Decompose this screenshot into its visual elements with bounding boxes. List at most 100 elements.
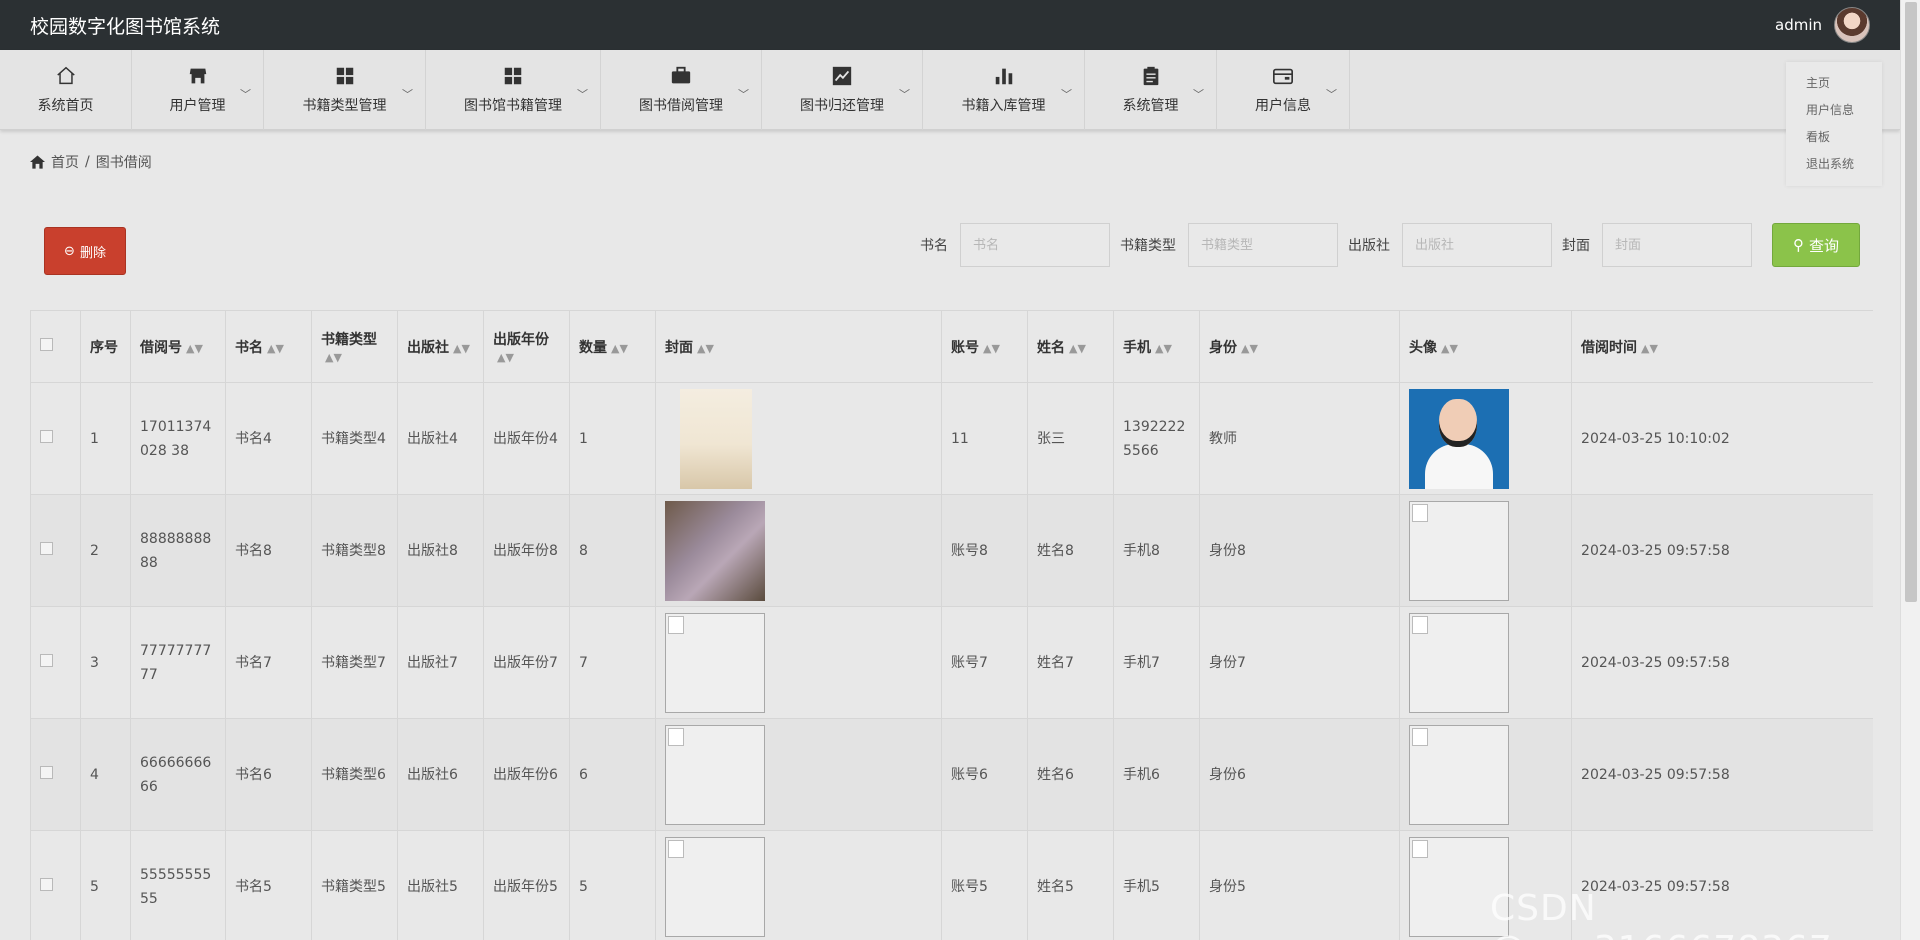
nav-label: 书籍类型管理 <box>302 98 387 114</box>
search-input-2[interactable] <box>1402 223 1552 267</box>
cell-phone: 13922225566 <box>1123 418 1186 459</box>
nav-item-7[interactable]: 系统管理 ﹀ <box>1085 50 1217 130</box>
sort-icon[interactable]: ▲︎▼︎ <box>1441 342 1458 355</box>
nav-item-2[interactable]: 书籍类型管理 ﹀ <box>264 50 426 130</box>
username[interactable]: admin <box>1775 16 1822 34</box>
cell-name: 姓名5 <box>1037 878 1074 895</box>
row-checkbox[interactable] <box>40 653 53 667</box>
cell: 账号7 <box>941 606 1029 719</box>
nav-item-0[interactable]: 系统首页 <box>0 50 132 130</box>
column-header-4[interactable]: 出版社 ▲︎▼︎ <box>397 310 484 383</box>
cell-borrow_no: 7777777777 <box>140 642 212 683</box>
column-header-2[interactable]: 书名 ▲︎▼︎ <box>225 310 312 383</box>
row-checkbox[interactable] <box>40 541 53 555</box>
search-input-3[interactable] <box>1602 223 1752 267</box>
column-header-12[interactable]: 头像 ▲︎▼︎ <box>1399 310 1573 383</box>
scrollbar-thumb[interactable] <box>1905 2 1917 602</box>
table-row: 1 17011374028 38 书名4 书籍类型4 出版社4 出版年份4 1 11 张三 139… <box>30 382 1873 495</box>
dropdown-item-2[interactable]: 看板 <box>1786 128 1882 155</box>
cell-account: 账号8 <box>951 542 988 559</box>
column-header-8[interactable]: 账号 ▲︎▼︎ <box>941 310 1029 383</box>
cell: 出版年份7 <box>483 606 570 719</box>
column-label: 书籍类型 <box>321 331 377 348</box>
avatar[interactable] <box>1834 7 1870 43</box>
sort-icon[interactable]: ▲︎▼︎ <box>497 351 514 364</box>
column-header-11[interactable]: 身份 ▲︎▼︎ <box>1199 310 1401 383</box>
sort-icon[interactable]: ▲︎▼︎ <box>1641 342 1658 355</box>
sort-icon[interactable]: ▲︎▼︎ <box>1241 342 1258 355</box>
nav-item-4[interactable]: 图书借阅管理 ﹀ <box>601 50 762 130</box>
cell: 身份8 <box>1199 494 1401 607</box>
cell: 身份5 <box>1199 830 1401 940</box>
cell-year: 出版年份8 <box>493 542 558 559</box>
nav-item-8[interactable]: 用户信息 ﹀ <box>1217 50 1350 130</box>
chevron-down-icon: ﹀ <box>577 88 588 101</box>
dropdown-item-1[interactable]: 用户信息 <box>1786 101 1882 128</box>
column-header-13[interactable]: 借阅时间 ▲︎▼︎ <box>1571 310 1873 383</box>
sort-icon[interactable]: ▲︎▼︎ <box>1155 342 1172 355</box>
column-label: 借阅时间 <box>1581 339 1638 356</box>
checkbox-cell <box>30 718 81 831</box>
nav-item-3[interactable]: 图书馆书籍管理 ﹀ <box>426 50 601 130</box>
search-input-0[interactable] <box>960 223 1110 267</box>
cell-name: 张三 <box>1037 430 1066 447</box>
column-header-3[interactable]: 书籍类型 ▲︎▼︎ <box>311 310 398 383</box>
chevron-down-icon: ﹀ <box>402 88 413 101</box>
sort-icon[interactable]: ▲︎▼︎ <box>611 342 628 355</box>
column-header-9[interactable]: 姓名 ▲︎▼︎ <box>1027 310 1115 383</box>
cell: 书名5 <box>225 830 312 940</box>
select-all-checkbox[interactable] <box>40 338 53 351</box>
dropdown-item-3[interactable]: 退出系统 <box>1786 155 1882 182</box>
search-input-1[interactable] <box>1188 223 1338 267</box>
sort-icon[interactable]: ▲︎▼︎ <box>267 342 284 355</box>
cell: 姓名8 <box>1027 494 1115 607</box>
column-header-6[interactable]: 数量 ▲︎▼︎ <box>569 310 656 383</box>
avatar-image <box>1409 612 1510 713</box>
cell: 5 <box>569 830 656 940</box>
column-header-1[interactable]: 借阅号 ▲︎▼︎ <box>130 310 226 383</box>
row-checkbox[interactable] <box>40 877 53 891</box>
cell-borrow_no: 17011374028 38 <box>140 418 212 459</box>
cell: 书名8 <box>225 494 312 607</box>
row-checkbox[interactable] <box>40 429 53 443</box>
cell-type: 书籍类型8 <box>321 542 386 559</box>
cell-publisher: 出版社7 <box>407 654 458 671</box>
breadcrumb-separator: / <box>85 154 90 170</box>
column-header-5[interactable]: 出版年份 ▲︎▼︎ <box>483 310 570 383</box>
column-label: 书名 <box>235 339 263 356</box>
sort-icon[interactable]: ▲︎▼︎ <box>697 342 714 355</box>
cell: 出版年份6 <box>483 718 570 831</box>
nav-label: 书籍入库管理 <box>961 98 1046 114</box>
avatar-cell <box>1399 494 1573 607</box>
book-cover-image <box>665 836 765 937</box>
batch-delete-button[interactable]: ⊖ 删除 <box>44 227 126 275</box>
cover-cell <box>654 494 943 607</box>
cell-publisher: 出版社8 <box>407 542 458 559</box>
header-checkbox-cell <box>30 310 81 383</box>
sort-icon[interactable]: ▲︎▼︎ <box>325 351 342 364</box>
dropdown-item-0[interactable]: 主页 <box>1786 74 1882 101</box>
avatar-image <box>1409 500 1510 601</box>
cell: 1 <box>569 382 656 495</box>
column-header-7[interactable]: 封面 ▲︎▼︎ <box>654 310 943 383</box>
nav-item-1[interactable]: 用户管理 ﹀ <box>132 50 264 130</box>
sort-icon[interactable]: ▲︎▼︎ <box>453 342 470 355</box>
breadcrumb: 首页 / 图书借阅 <box>30 152 152 172</box>
cell-name: 姓名7 <box>1037 654 1074 671</box>
cell-account: 账号6 <box>951 766 988 783</box>
sort-icon[interactable]: ▲︎▼︎ <box>983 342 1000 355</box>
home-icon[interactable] <box>30 155 45 169</box>
sort-icon[interactable]: ▲︎▼︎ <box>1069 342 1086 355</box>
batch-delete-label: 删除 <box>79 245 106 261</box>
column-header-10[interactable]: 手机 ▲︎▼︎ <box>1113 310 1201 383</box>
query-button[interactable]: ⚲ 查询 <box>1772 223 1860 267</box>
cell-qty: 6 <box>579 766 588 783</box>
row-checkbox[interactable] <box>40 765 53 779</box>
user-menu[interactable]: admin <box>1775 7 1870 43</box>
nav-item-5[interactable]: 图书归还管理 ﹀ <box>762 50 923 130</box>
cell: 出版年份8 <box>483 494 570 607</box>
breadcrumb-home[interactable]: 首页 <box>51 152 79 172</box>
sort-icon[interactable]: ▲︎▼︎ <box>186 342 203 355</box>
nav-item-6[interactable]: 书籍入库管理 ﹀ <box>923 50 1085 130</box>
vertical-scrollbar[interactable] <box>1900 0 1920 940</box>
